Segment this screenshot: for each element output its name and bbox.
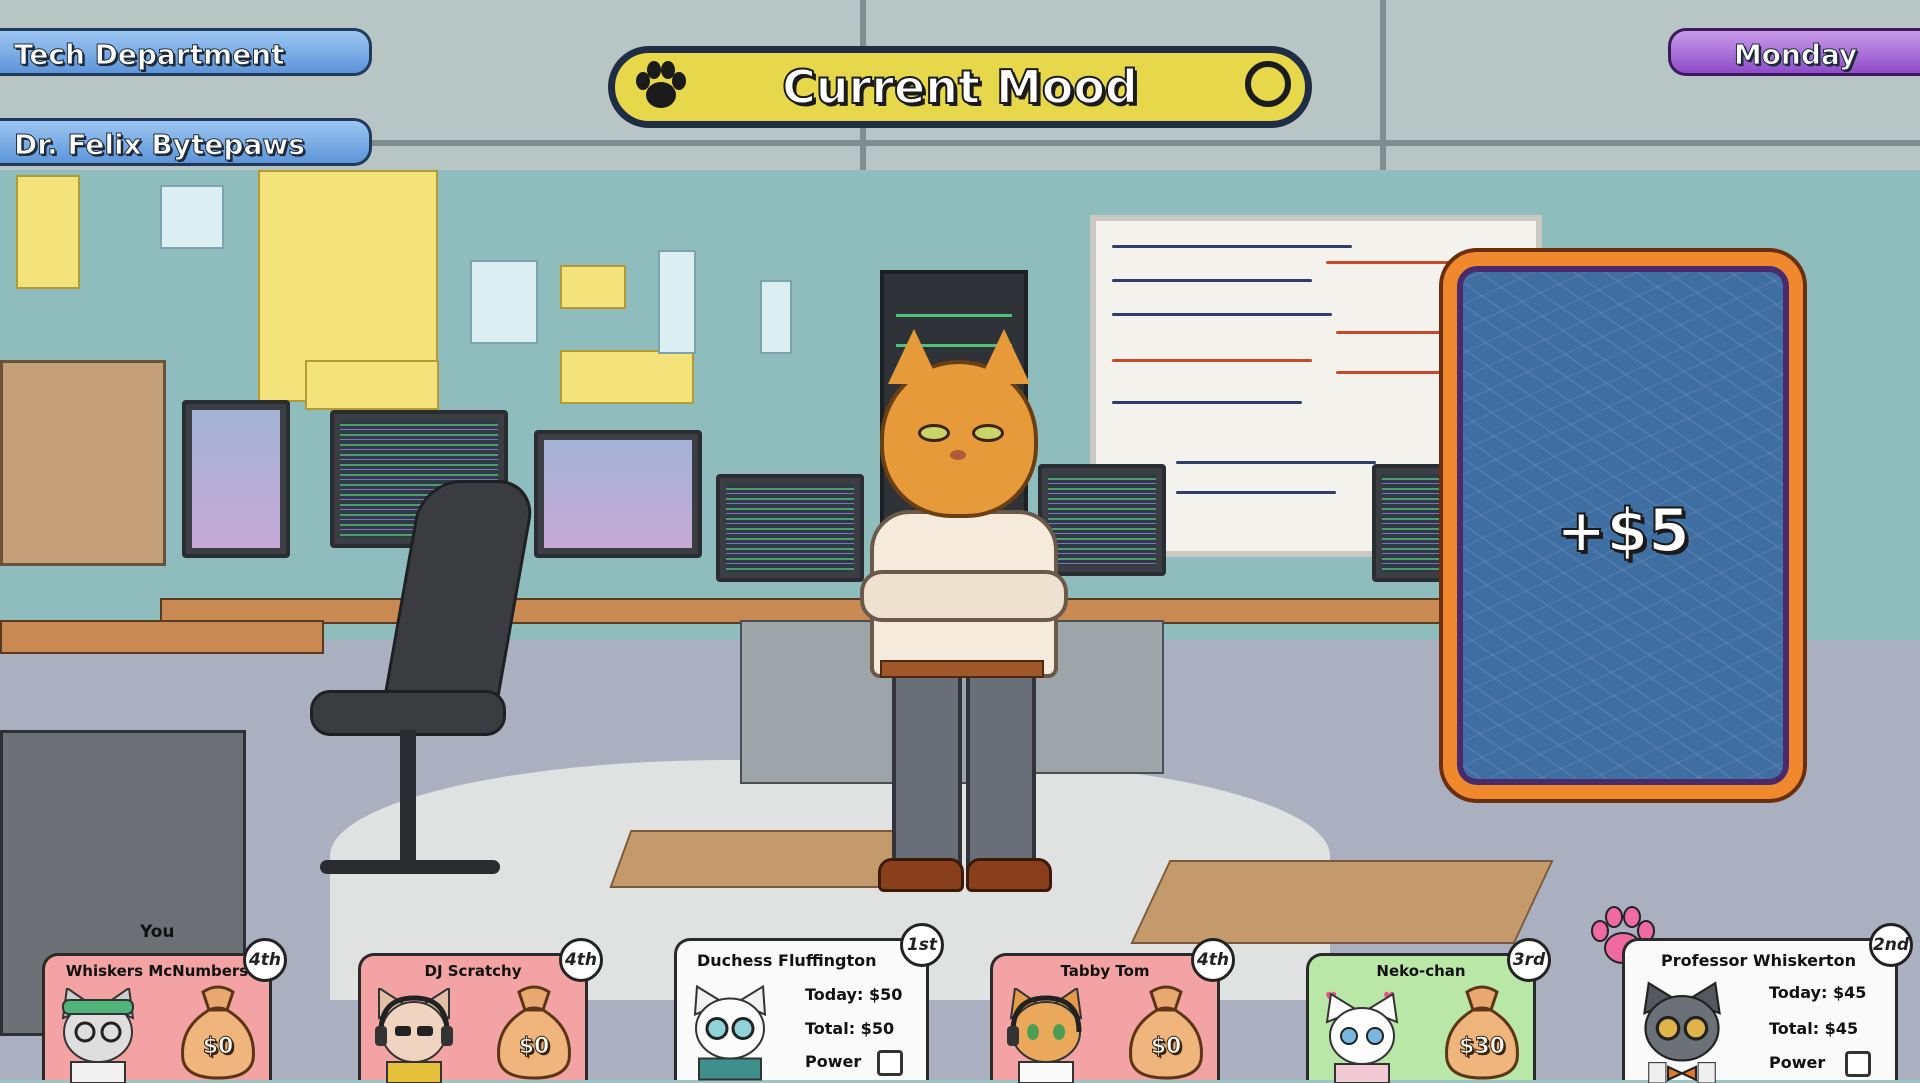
player-avatar [375, 988, 453, 1083]
mood-indicator-circle [1245, 61, 1291, 107]
player-rank: 4th [243, 938, 287, 982]
cat-leg [966, 672, 1036, 870]
whiteboard-scribble [1176, 491, 1336, 494]
player-money: $30 [1459, 1034, 1506, 1060]
cat-ear [888, 329, 940, 384]
whiteboard-scribble [1112, 359, 1312, 362]
floor-mat [1130, 860, 1554, 944]
monitor [534, 430, 702, 558]
desk-top [0, 620, 324, 654]
card-value: +$5 [1555, 495, 1691, 567]
cat-eye [918, 424, 950, 442]
wall-note [160, 185, 224, 249]
boss-name-tag: Dr. Felix Bytepaws [0, 118, 372, 166]
current-mood-bar: Current Mood [608, 46, 1312, 128]
player-today: Today: $50 [805, 985, 903, 1004]
mood-title: Current Mood [781, 59, 1139, 115]
wall-note [16, 175, 80, 289]
whiteboard-scribble [1112, 401, 1302, 404]
player-card-tabby-tom[interactable]: Tabby Tom 4th $0 [990, 938, 1235, 1083]
money-bag-icon [1445, 985, 1519, 1080]
player-card-neko-chan[interactable]: Neko-chan 3rd ♥ ♥ $30 [1306, 938, 1551, 1083]
player-rank: 4th [559, 938, 603, 982]
monitor [716, 474, 864, 582]
wall-note [470, 260, 538, 344]
player-name: Duchess Fluffington [697, 951, 877, 970]
player-rank: 3rd [1507, 938, 1551, 982]
player-card-whiskers[interactable]: Whiskers McNumbers 4th $0 [42, 938, 287, 1083]
filing-cabinet [0, 360, 166, 566]
wall-note [560, 350, 694, 404]
player-money: $0 [1150, 1034, 1182, 1060]
player-name: Professor Whiskerton [1661, 951, 1856, 970]
reward-card[interactable]: +$5 [1443, 252, 1803, 799]
wall-note [305, 360, 439, 410]
player-avatar [693, 984, 767, 1081]
player-name: Tabby Tom [1060, 962, 1150, 980]
whiteboard-scribble [1112, 313, 1332, 316]
money-bag-icon [1129, 985, 1203, 1080]
wall-note [760, 280, 792, 354]
cat-shoe [878, 858, 964, 892]
office-chair-base [320, 860, 500, 874]
day-tag: Monday [1668, 28, 1920, 76]
whiteboard-scribble [1112, 279, 1312, 282]
player-today: Today: $45 [1769, 983, 1867, 1002]
cat-head [880, 329, 1038, 518]
cat-belt [880, 660, 1044, 678]
player-total: Total: $50 [805, 1019, 895, 1038]
player-avatar: ♥ ♥ [1325, 990, 1399, 1083]
power-label: Power [805, 1052, 862, 1071]
you-label: You [140, 922, 175, 942]
money-bag-icon [497, 985, 571, 1080]
office-chair-pole [400, 730, 416, 860]
player-avatar [61, 988, 135, 1083]
player-name: Neko-chan [1376, 962, 1466, 980]
monitor [182, 400, 290, 558]
wall-note [658, 250, 696, 354]
server-led [896, 314, 1012, 317]
power-checkbox[interactable] [877, 1050, 903, 1076]
cat-nose [950, 450, 966, 460]
player-avatar [1643, 981, 1721, 1083]
boss-cat-character [860, 329, 1068, 900]
ceiling-beam [1380, 0, 1386, 180]
cat-leg [892, 672, 962, 870]
cat-eye [972, 424, 1004, 442]
power-label: Power [1769, 1053, 1826, 1072]
player-rank: 2nd [1869, 923, 1913, 967]
cat-ear [978, 329, 1030, 384]
whiteboard-scribble [1112, 245, 1352, 248]
player-rank: 1st [900, 923, 944, 967]
player-money: $0 [202, 1034, 234, 1060]
player-name: DJ Scratchy [424, 962, 522, 980]
whiteboard-scribble [1176, 461, 1376, 464]
money-bag-icon [181, 985, 255, 1080]
power-checkbox[interactable] [1845, 1051, 1871, 1077]
player-money: $0 [518, 1034, 550, 1060]
player-card-duchess[interactable]: Duchess Fluffington 1st Today: $50 Total… [674, 923, 944, 1081]
player-card-professor[interactable]: Professor Whiskerton 2nd Today: $45 Tota… [1622, 923, 1913, 1083]
cat-shoe [966, 858, 1052, 892]
wall-note [560, 265, 626, 309]
player-rank: 4th [1191, 938, 1235, 982]
player-card-dj-scratchy[interactable]: DJ Scratchy 4th $0 [358, 938, 603, 1083]
player-total: Total: $45 [1769, 1019, 1859, 1038]
player-avatar [1007, 988, 1083, 1083]
player-name: Whiskers McNumbers [65, 962, 249, 980]
department-tag: Tech Department [0, 28, 372, 76]
cat-crossed-arms [860, 570, 1068, 622]
